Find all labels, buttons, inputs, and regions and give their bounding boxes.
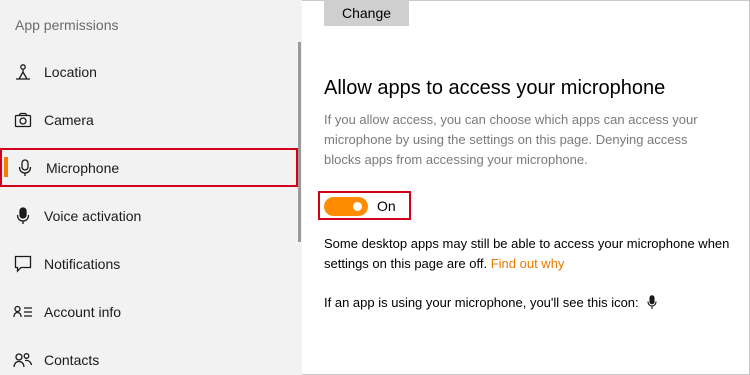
page-title: Allow apps to access your microphone [324, 77, 666, 99]
sidebar-item-microphone[interactable]: Microphone [0, 148, 298, 187]
toggle-state-label: On [377, 198, 396, 214]
sidebar-item-label: Location [44, 64, 97, 80]
selection-accent-bar [4, 157, 8, 177]
notifications-icon [13, 254, 33, 274]
sidebar: App permissions Location Camera Micropho… [0, 0, 302, 375]
account-info-icon [13, 302, 33, 322]
microphone-icon [15, 158, 35, 178]
find-out-why-link[interactable]: Find out why [491, 256, 565, 271]
sidebar-item-label: Camera [44, 112, 94, 128]
sidebar-scrollbar[interactable] [298, 42, 301, 242]
toggle-highlight-box: On [318, 191, 411, 220]
sidebar-item-voice-activation[interactable]: Voice activation [0, 197, 298, 235]
permission-description: If you allow access, you can choose whic… [324, 112, 698, 167]
sidebar-item-label: Voice activation [44, 208, 142, 224]
camera-icon [13, 110, 33, 130]
voice-activation-icon [13, 206, 33, 226]
sidebar-item-label: Contacts [44, 352, 100, 368]
sidebar-item-label: Account info [44, 304, 122, 320]
microphone-in-use-icon [647, 295, 657, 310]
sidebar-item-label: Microphone [46, 159, 120, 176]
contacts-icon [13, 350, 33, 370]
microphone-access-toggle[interactable] [324, 197, 368, 216]
sidebar-item-contacts[interactable]: Contacts [0, 341, 298, 375]
mic-in-use-text: If an app is using your microphone, you'… [324, 295, 639, 310]
location-icon [13, 62, 33, 82]
sidebar-item-label: Notifications [44, 256, 121, 272]
toggle-knob [353, 202, 362, 211]
sidebar-item-account-info[interactable]: Account info [0, 293, 298, 331]
sidebar-item-location[interactable]: Location [0, 53, 298, 91]
sidebar-header: App permissions [15, 17, 119, 33]
change-button[interactable]: Change [324, 0, 409, 26]
sidebar-item-camera[interactable]: Camera [0, 101, 298, 139]
sidebar-item-notifications[interactable]: Notifications [0, 245, 298, 283]
mic-in-use-info: If an app is using your microphone, you'… [324, 295, 657, 310]
desktop-apps-note: Some desktop apps may still be able to a… [324, 234, 744, 274]
